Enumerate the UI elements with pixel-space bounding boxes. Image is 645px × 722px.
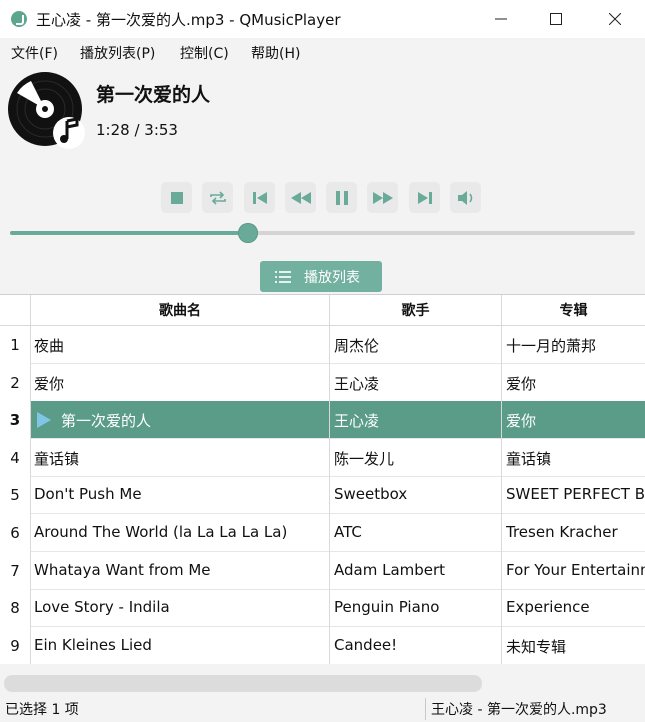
progress-handle[interactable] bbox=[238, 223, 258, 243]
maximize-button[interactable] bbox=[529, 0, 583, 38]
cell-album: 童话镇 bbox=[506, 450, 552, 468]
cell-album: For Your Entertainn bbox=[506, 561, 645, 579]
close-icon bbox=[609, 13, 621, 25]
playlist-toggle-button[interactable]: 播放列表 bbox=[260, 261, 382, 292]
maximize-icon bbox=[550, 13, 562, 25]
cell-title: 夜曲 bbox=[34, 337, 65, 355]
cell-artist: 王心凌 bbox=[334, 412, 380, 430]
now-playing-status: 王心凌 - 第一次爱的人.mp3 bbox=[431, 702, 607, 718]
repeat-button[interactable] bbox=[202, 182, 233, 213]
row-divider bbox=[30, 476, 645, 477]
column-divider bbox=[30, 326, 31, 664]
app-music-icon bbox=[11, 11, 27, 27]
minimize-button[interactable] bbox=[474, 0, 528, 38]
window-title: 王心凌 - 第一次爱的人.mp3 - QMusicPlayer bbox=[36, 11, 341, 29]
cell-title: 第一次爱的人 bbox=[61, 412, 152, 430]
cell-artist: 陈一发儿 bbox=[334, 450, 395, 468]
scrollbar-thumb[interactable] bbox=[4, 675, 482, 692]
time-display: 1:28 / 3:53 bbox=[96, 121, 178, 139]
row-number: 1 bbox=[10, 336, 20, 354]
vinyl-record-icon bbox=[8, 72, 85, 149]
fast-forward-button[interactable] bbox=[367, 182, 398, 213]
cell-title: Whataya Want from Me bbox=[34, 561, 211, 579]
volume-icon bbox=[457, 190, 472, 205]
next-button[interactable] bbox=[409, 182, 440, 213]
row-divider bbox=[30, 438, 645, 439]
row-number: 9 bbox=[10, 637, 20, 655]
row-number: 3 bbox=[9, 411, 21, 429]
cell-album: SWEET PERFECT BO bbox=[506, 485, 645, 503]
row-divider bbox=[30, 589, 645, 590]
menu-file[interactable]: 文件(F) bbox=[11, 43, 58, 63]
cell-artist: Adam Lambert bbox=[334, 561, 446, 579]
cell-album: 十一月的萧邦 bbox=[506, 337, 597, 355]
cell-title: 童话镇 bbox=[34, 450, 80, 468]
header-title[interactable]: 歌曲名 bbox=[31, 295, 330, 326]
row-divider bbox=[30, 513, 645, 514]
row-number: 5 bbox=[10, 486, 20, 504]
repeat-icon bbox=[209, 190, 226, 205]
row-number: 4 bbox=[10, 449, 20, 467]
progress-fill bbox=[10, 231, 248, 235]
cell-artist: Penguin Piano bbox=[334, 598, 440, 616]
volume-button[interactable] bbox=[450, 182, 481, 213]
close-button[interactable] bbox=[588, 0, 642, 38]
cell-album: Experience bbox=[506, 598, 590, 616]
row-number: 2 bbox=[10, 374, 20, 392]
cell-artist: Candee! bbox=[334, 636, 398, 654]
cell-album: 爱你 bbox=[506, 375, 537, 393]
column-divider bbox=[501, 326, 502, 664]
row-divider bbox=[30, 551, 645, 552]
skip-next-icon bbox=[417, 191, 432, 204]
row-divider bbox=[30, 626, 645, 627]
cell-title: Don't Push Me bbox=[34, 485, 142, 503]
cell-album: Tresen Kracher bbox=[506, 523, 618, 541]
header-album[interactable]: 专辑 bbox=[502, 295, 645, 326]
corner-header bbox=[0, 295, 31, 326]
stop-icon bbox=[170, 191, 183, 204]
cell-title: 爱你 bbox=[34, 375, 65, 393]
minimize-icon bbox=[495, 18, 507, 20]
cell-title: Around The World (la La La La La) bbox=[34, 523, 288, 541]
cell-album: 未知专辑 bbox=[506, 638, 567, 656]
status-separator bbox=[425, 698, 426, 720]
row-divider bbox=[30, 363, 645, 364]
now-playing-icon bbox=[37, 412, 51, 428]
header-artist[interactable]: 歌手 bbox=[330, 295, 502, 326]
row-number: 6 bbox=[10, 524, 20, 542]
cell-artist: Sweetbox bbox=[334, 485, 408, 503]
cell-artist: 周杰伦 bbox=[334, 337, 380, 355]
menu-playlist[interactable]: 播放列表(P) bbox=[80, 43, 155, 63]
playlist-icon bbox=[275, 271, 291, 283]
row-number: 7 bbox=[10, 562, 20, 580]
row-number: 8 bbox=[10, 599, 20, 617]
selection-status: 已选择 1 项 bbox=[5, 702, 79, 718]
skip-previous-icon bbox=[252, 191, 267, 204]
pause-icon bbox=[335, 190, 348, 205]
rewind-button[interactable] bbox=[285, 182, 316, 213]
previous-button[interactable] bbox=[244, 182, 275, 213]
rewind-icon bbox=[290, 191, 311, 204]
song-title: 第一次爱的人 bbox=[96, 84, 211, 106]
cell-album: 爱你 bbox=[506, 412, 537, 430]
column-divider bbox=[329, 326, 330, 664]
cell-title: Love Story - Indila bbox=[34, 598, 170, 616]
menu-bar: 文件(F) 播放列表(P) 控制(C) 帮助(H) bbox=[0, 38, 645, 66]
cell-artist: ATC bbox=[334, 523, 362, 541]
stop-button[interactable] bbox=[161, 182, 192, 213]
cell-title: Ein Kleines Lied bbox=[34, 636, 152, 654]
cell-artist: 王心凌 bbox=[334, 375, 380, 393]
fast-forward-icon bbox=[372, 191, 393, 204]
playlist-button-label: 播放列表 bbox=[304, 270, 360, 286]
pause-button[interactable] bbox=[326, 182, 357, 213]
menu-help[interactable]: 帮助(H) bbox=[251, 43, 300, 63]
menu-control[interactable]: 控制(C) bbox=[180, 43, 229, 63]
